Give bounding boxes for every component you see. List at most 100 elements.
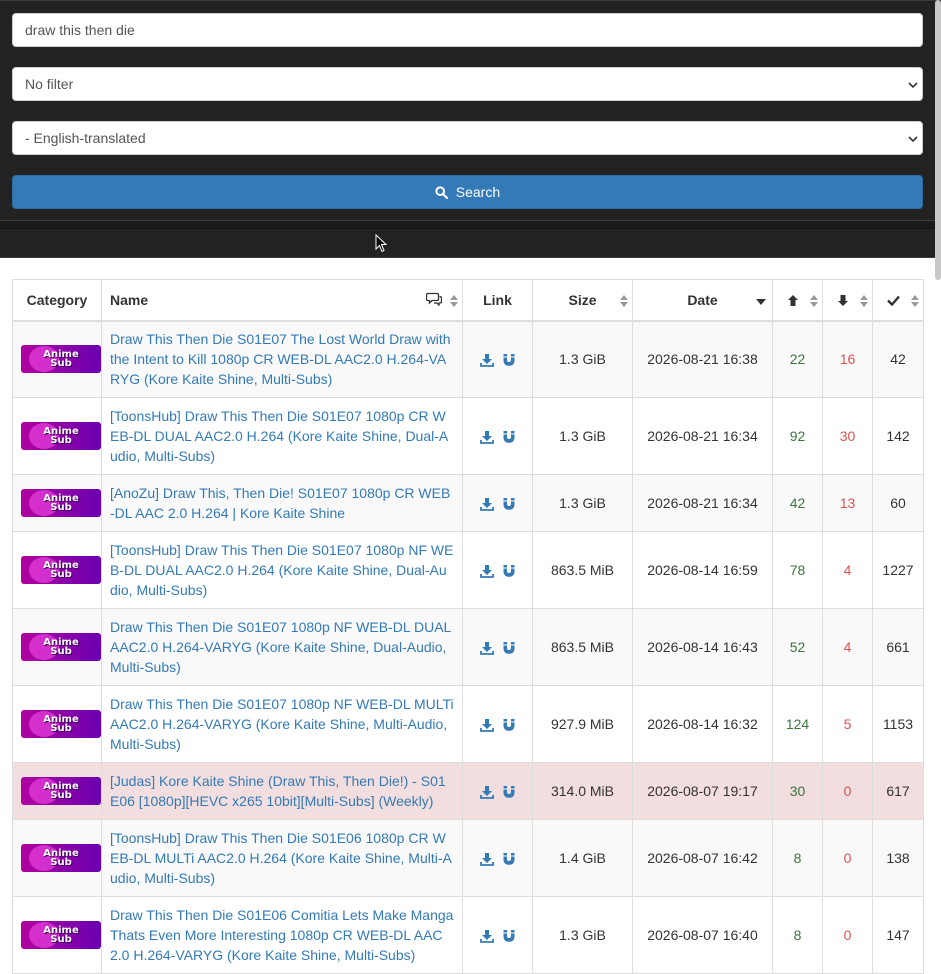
sort-icon [450, 295, 458, 307]
category-cell: Anime Sub [12, 474, 102, 532]
checkmark-icon [886, 295, 900, 307]
name-cell: Draw This Then Die S01E07 1080p NF WEB-D… [101, 608, 463, 686]
download-torrent-link[interactable] [476, 850, 498, 867]
filter-select-value: No filter [25, 76, 74, 92]
column-header-date[interactable]: Date [632, 279, 773, 322]
download-torrent-link[interactable] [476, 927, 498, 944]
link-cell [462, 685, 533, 763]
category-badge-label: Anime Sub [43, 560, 79, 580]
torrent-title-link[interactable]: [Judas] Kore Kaite Shine (Draw This, The… [110, 771, 454, 811]
chevron-down-icon [908, 136, 918, 143]
magnet-link[interactable] [498, 716, 520, 732]
link-cell [462, 762, 533, 820]
download-torrent-link[interactable] [476, 639, 498, 656]
table-row: Anime Sub Draw This Then Die S01E07 1080p … [12, 608, 924, 686]
date-cell: 2026-08-21 16:34 [632, 474, 773, 532]
search-button[interactable]: Search [12, 175, 923, 209]
magnet-icon [503, 930, 514, 942]
download-torrent-link[interactable] [476, 783, 498, 800]
torrent-title-link[interactable]: Draw This Then Die S01E07 1080p NF WEB-D… [110, 617, 454, 677]
date-cell: 2026-08-07 16:42 [632, 819, 773, 897]
category-cell: Anime Sub [12, 819, 102, 897]
category-badge-label: Anime Sub [43, 781, 79, 801]
magnet-link[interactable] [498, 783, 520, 799]
category-badge-anime-sub[interactable]: Anime Sub [21, 710, 101, 738]
download-torrent-link[interactable] [476, 495, 498, 512]
date-cell: 2026-08-14 16:32 [632, 685, 773, 763]
download-torrent-link[interactable] [476, 351, 498, 368]
category-cell: Anime Sub [12, 608, 102, 686]
column-header-category: Category [12, 279, 102, 322]
search-icon [435, 186, 448, 200]
category-select[interactable]: - English-translated [12, 121, 923, 155]
category-badge-anime-sub[interactable]: Anime Sub [21, 777, 101, 805]
category-badge-anime-sub[interactable]: Anime Sub [21, 422, 101, 450]
column-header-size[interactable]: Size [532, 279, 633, 322]
magnet-link[interactable] [498, 495, 520, 511]
divider-band [0, 228, 941, 258]
completed-cell: 1153 [872, 685, 924, 763]
magnet-link[interactable] [498, 428, 520, 444]
magnet-icon [503, 431, 514, 443]
category-badge-anime-sub[interactable]: Anime Sub [21, 844, 101, 872]
divider-band [0, 220, 941, 228]
date-cell: 2026-08-14 16:43 [632, 608, 773, 686]
torrent-title-link[interactable]: [ToonsHub] Draw This Then Die S01E07 108… [110, 406, 454, 466]
download-icon [479, 354, 494, 368]
link-cell [462, 896, 533, 974]
column-header-completed[interactable] [872, 279, 924, 322]
size-cell: 927.9 MiB [532, 685, 633, 763]
category-badge-anime-sub[interactable]: Anime Sub [21, 633, 101, 661]
download-icon [479, 930, 494, 944]
leechers-cell: 16 [822, 320, 873, 398]
magnet-link[interactable] [498, 850, 520, 866]
sort-icon [620, 295, 628, 307]
scrollbar[interactable] [935, 0, 941, 280]
category-badge-anime-sub[interactable]: Anime Sub [21, 921, 101, 949]
completed-cell: 142 [872, 397, 924, 475]
search-input[interactable]: draw this then die [12, 13, 923, 47]
search-button-label: Search [455, 184, 501, 200]
torrent-title-link[interactable]: [ToonsHub] Draw This Then Die S01E06 108… [110, 828, 454, 888]
magnet-link[interactable] [498, 639, 520, 655]
completed-cell: 138 [872, 819, 924, 897]
category-badge-anime-sub[interactable]: Anime Sub [21, 556, 101, 584]
torrent-title-link[interactable]: [AnoZu] Draw This, Then Die! S01E07 1080… [110, 483, 454, 523]
column-header-name[interactable]: Name [101, 279, 463, 322]
category-badge-anime-sub[interactable]: Anime Sub [21, 345, 101, 374]
category-select-value: - English-translated [25, 130, 146, 146]
download-torrent-link[interactable] [476, 562, 498, 579]
category-cell: Anime Sub [12, 762, 102, 820]
column-header-seeders[interactable] [772, 279, 823, 322]
filter-select[interactable]: No filter [12, 67, 923, 101]
leechers-cell: 0 [822, 762, 873, 820]
column-header-leechers[interactable] [822, 279, 873, 322]
category-cell: Anime Sub [12, 896, 102, 974]
magnet-link[interactable] [498, 927, 520, 943]
download-torrent-link[interactable] [476, 428, 498, 445]
magnet-link[interactable] [498, 351, 520, 367]
download-icon [479, 498, 494, 512]
magnet-link[interactable] [498, 562, 520, 578]
torrent-title-link[interactable]: Draw This Then Die S01E06 Comitia Lets M… [110, 905, 454, 965]
magnet-icon [503, 565, 514, 577]
category-badge-anime-sub[interactable]: Anime Sub [21, 489, 101, 517]
column-header-link: Link [462, 279, 533, 322]
category-badge-label: Anime Sub [43, 349, 79, 370]
magnet-icon [503, 642, 514, 654]
torrent-title-link[interactable]: Draw This Then Die S01E07 1080p NF WEB-D… [110, 694, 454, 754]
category-cell: Anime Sub [12, 397, 102, 475]
torrent-title-link[interactable]: Draw This Then Die S01E07 The Lost World… [110, 329, 454, 389]
download-icon [479, 565, 494, 579]
link-cell [462, 474, 533, 532]
magnet-icon [503, 498, 514, 510]
magnet-icon [503, 786, 514, 798]
seeders-cell: 8 [772, 896, 823, 974]
category-badge-label: Anime Sub [43, 637, 79, 657]
link-cell [462, 531, 533, 609]
size-cell: 863.5 MiB [532, 608, 633, 686]
table-row: Anime Sub [AnoZu] Draw This, Then Die! S01… [12, 474, 924, 532]
download-torrent-link[interactable] [476, 716, 498, 733]
completed-cell: 1227 [872, 531, 924, 609]
torrent-title-link[interactable]: [ToonsHub] Draw This Then Die S01E07 108… [110, 540, 454, 600]
